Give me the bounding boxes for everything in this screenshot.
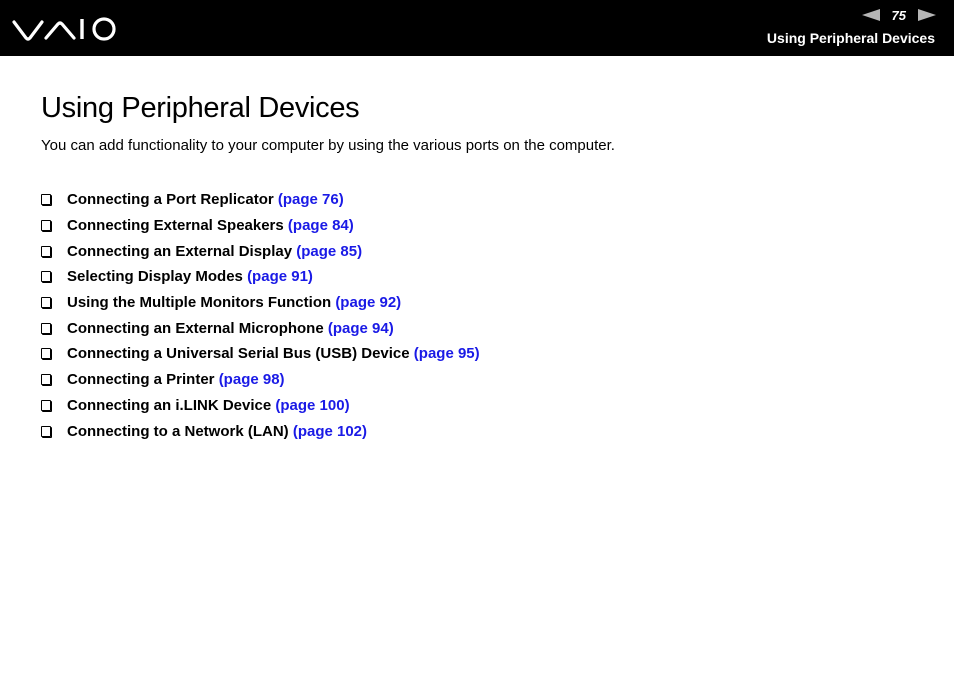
- topic-list: Connecting a Port Replicator (page 76) C…: [41, 187, 480, 444]
- checkbox-bullet-icon: [41, 194, 51, 206]
- page-link[interactable]: (page 95): [414, 345, 480, 362]
- page-link[interactable]: (page 98): [219, 371, 285, 388]
- page-link[interactable]: (page 92): [335, 294, 401, 311]
- checkbox-bullet-icon: [41, 297, 51, 309]
- checkbox-bullet-icon: [41, 271, 51, 283]
- page-navigation: 75: [861, 6, 936, 24]
- item-text: Using the Multiple Monitors Function: [67, 294, 336, 312]
- item-text: Connecting an External Microphone: [67, 319, 328, 337]
- item-text: Selecting Display Modes: [67, 268, 248, 286]
- page-link[interactable]: (page 91): [247, 268, 313, 285]
- checkbox-bullet-icon: [41, 245, 51, 257]
- page-link[interactable]: (page 85): [296, 243, 362, 260]
- list-item: Connecting an i.LINK Device (page 100): [41, 393, 480, 419]
- checkbox-bullet-icon: [41, 399, 51, 411]
- item-text: Connecting an i.LINK Device: [67, 396, 276, 414]
- item-text: Connecting External Speakers: [67, 217, 288, 235]
- list-item: Connecting an External Microphone (page …: [41, 315, 480, 341]
- checkbox-bullet-icon: [41, 348, 51, 360]
- page-number: 75: [891, 7, 906, 23]
- checkbox-bullet-icon: [41, 322, 51, 334]
- page-header: 75 Using Peripheral Devices: [0, 0, 954, 56]
- checkbox-bullet-icon: [41, 374, 51, 386]
- intro-text: You can add functionality to your comput…: [41, 137, 615, 154]
- list-item: Connecting an External Display (page 85): [41, 238, 480, 264]
- checkbox-bullet-icon: [41, 425, 51, 437]
- page-link[interactable]: (page 76): [278, 191, 344, 208]
- page-link[interactable]: (page 84): [288, 217, 354, 234]
- list-item: Connecting to a Network (LAN) (page 102): [41, 418, 480, 444]
- list-item: Using the Multiple Monitors Function (pa…: [41, 290, 480, 316]
- checkbox-bullet-icon: [41, 220, 51, 232]
- page-link[interactable]: (page 102): [293, 423, 367, 440]
- left-arrow-icon[interactable]: [861, 9, 880, 21]
- item-text: Connecting a Printer: [67, 371, 219, 389]
- list-item: Connecting External Speakers (page 84): [41, 213, 480, 239]
- list-item: Connecting a Printer (page 98): [41, 367, 480, 393]
- list-item: Connecting a Port Replicator (page 76): [41, 187, 480, 213]
- right-arrow-icon[interactable]: [918, 9, 936, 21]
- list-item: Connecting a Universal Serial Bus (USB) …: [41, 341, 480, 367]
- page-link[interactable]: (page 94): [328, 320, 394, 337]
- page-title: Using Peripheral Devices: [41, 92, 360, 124]
- item-text: Connecting a Universal Serial Bus (USB) …: [67, 345, 414, 363]
- vaio-logo: [12, 17, 116, 41]
- item-text: Connecting to a Network (LAN): [67, 422, 293, 440]
- page-link[interactable]: (page 100): [275, 397, 349, 414]
- header-section-title: Using Peripheral Devices: [766, 30, 935, 46]
- list-item: Selecting Display Modes (page 91): [41, 264, 480, 290]
- item-text: Connecting an External Display: [67, 242, 297, 260]
- item-text: Connecting a Port Replicator: [67, 191, 278, 209]
